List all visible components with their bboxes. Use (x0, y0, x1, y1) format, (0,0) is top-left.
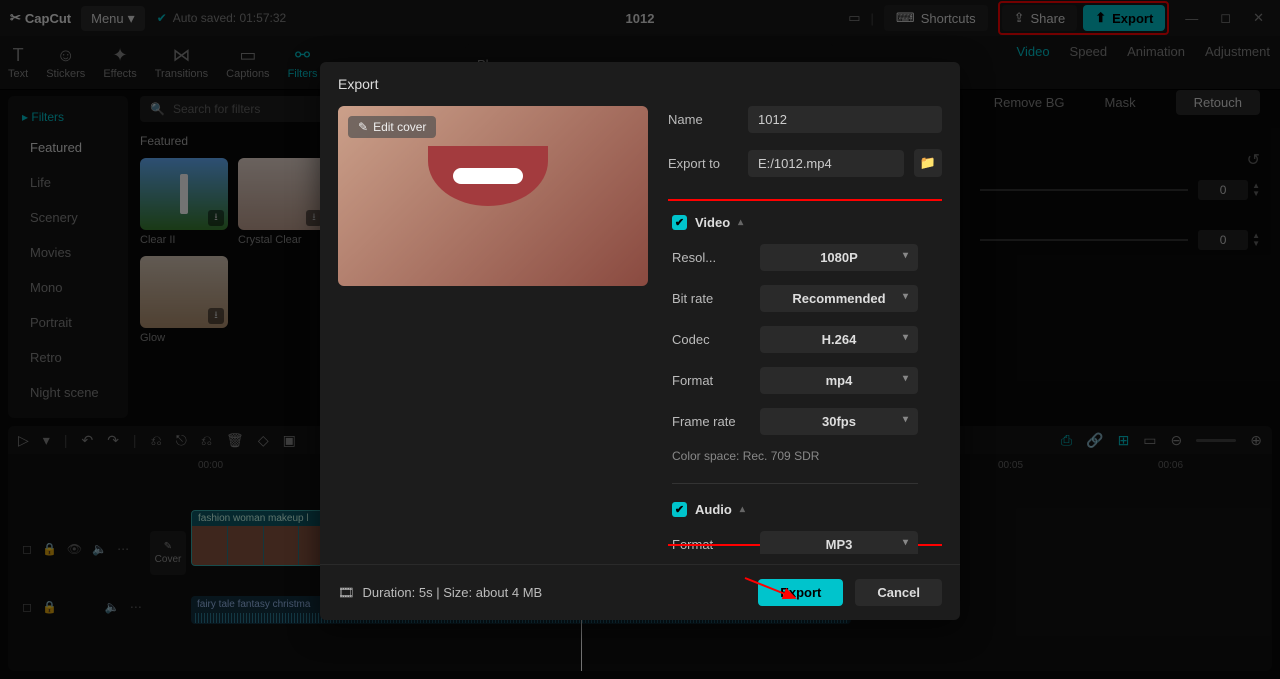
export-dialog-title: Export (320, 62, 960, 106)
audio-format-label: Format (672, 537, 750, 552)
exportto-input[interactable]: E:/1012.mp4 (748, 150, 904, 177)
video-group-header[interactable]: ✔ Video ▴ (672, 215, 918, 230)
cancel-button[interactable]: Cancel (855, 579, 942, 606)
folder-icon: 📁 (920, 155, 936, 171)
chevron-up-icon: ▴ (738, 217, 743, 228)
format-select[interactable]: mp4 (760, 367, 918, 394)
codec-select[interactable]: H.264 (760, 326, 918, 353)
cover-preview: ✎Edit cover (338, 106, 648, 286)
format-label: Format (672, 373, 750, 388)
framerate-select[interactable]: 30fps (760, 408, 918, 435)
export-settings-scroll[interactable]: ✔ Video ▴ Resol... 1080P Bit rate Recommen… (672, 209, 932, 554)
audio-group-header[interactable]: ✔ Audio ▴ (672, 502, 918, 517)
export-dialog: Export ✎Edit cover Name 1012 Export to E… (320, 62, 960, 620)
export-info: 🎞 Duration: 5s | Size: about 4 MB (338, 585, 542, 601)
video-group-label: Video (695, 215, 730, 230)
exportto-row: Export to E:/1012.mp4 📁 (668, 149, 942, 177)
name-row: Name 1012 (668, 106, 942, 133)
resolution-label: Resol... (672, 250, 750, 265)
edit-cover-button[interactable]: ✎Edit cover (348, 116, 436, 138)
confirm-export-button[interactable]: Export (758, 579, 843, 606)
audio-format-select[interactable]: MP3 (760, 531, 918, 554)
bitrate-select[interactable]: Recommended (760, 285, 918, 312)
name-label: Name (668, 112, 738, 127)
exportto-label: Export to (668, 156, 738, 171)
chevron-up-icon: ▴ (740, 504, 745, 515)
cover-art (428, 146, 548, 206)
divider (672, 483, 918, 484)
audio-group-label: Audio (695, 502, 732, 517)
colorspace-note: Color space: Rec. 709 SDR (672, 449, 918, 463)
audio-checkbox[interactable]: ✔ (672, 502, 687, 517)
export-dialog-footer: 🎞 Duration: 5s | Size: about 4 MB Export… (320, 564, 960, 620)
video-checkbox[interactable]: ✔ (672, 215, 687, 230)
framerate-label: Frame rate (672, 414, 750, 429)
bitrate-label: Bit rate (672, 291, 750, 306)
codec-label: Codec (672, 332, 750, 347)
resolution-select[interactable]: 1080P (760, 244, 918, 271)
browse-button[interactable]: 📁 (914, 149, 942, 177)
pencil-icon: ✎ (358, 120, 368, 134)
film-icon: 🎞 (338, 585, 355, 601)
name-input[interactable]: 1012 (748, 106, 942, 133)
